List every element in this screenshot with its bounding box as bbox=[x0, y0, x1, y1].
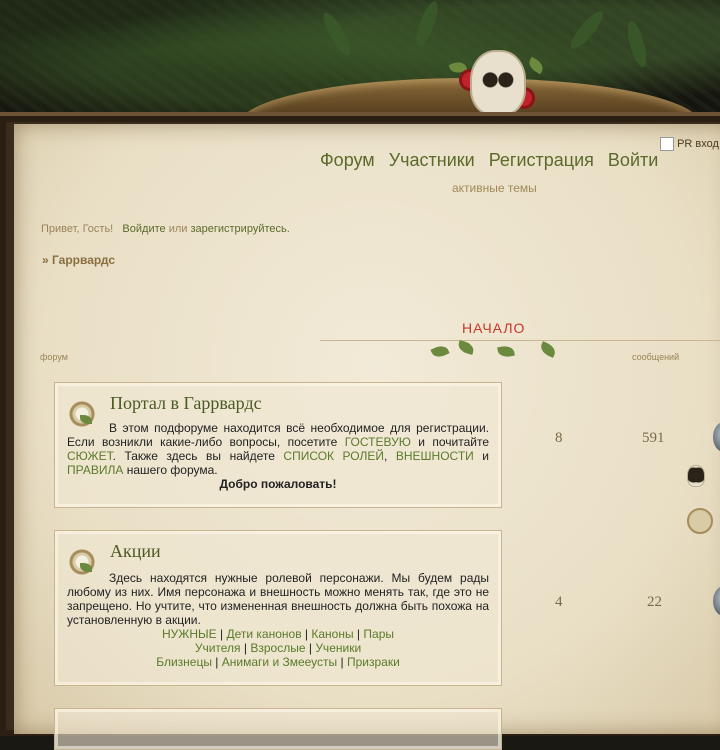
teachers-link[interactable]: Учителя bbox=[195, 641, 241, 655]
desc-text: , bbox=[384, 449, 388, 463]
nav-forum[interactable]: Форум bbox=[320, 150, 375, 171]
forum-title[interactable]: Портал в Гаррвардс bbox=[110, 393, 262, 414]
link-row: Учителя | Взрослые | Ученики bbox=[67, 641, 489, 655]
guestbook-link[interactable]: ГОСТЕВУЮ bbox=[345, 435, 411, 449]
separator: | bbox=[305, 641, 316, 655]
adults-link[interactable]: Взрослые bbox=[250, 641, 305, 655]
guest-greeting: Привет, Гость! Войдите или зарегистрируй… bbox=[41, 223, 290, 235]
plot-link[interactable]: СЮЖЕТ bbox=[67, 449, 113, 463]
forum-posts-count: 22 bbox=[647, 594, 662, 610]
section-title: НАЧАЛО bbox=[462, 320, 526, 336]
link-row: НУЖНЫЕ | Дети канонов | Каноны | Пары bbox=[67, 627, 489, 641]
animagi-link[interactable]: Анимаги и Змееусты bbox=[222, 655, 337, 669]
desc-text: и почитайте bbox=[418, 435, 489, 449]
desc-text: . Также здесь вы найдете bbox=[112, 449, 275, 463]
forum-topics-count: 4 bbox=[555, 594, 563, 610]
forum-description: Здесь находятся нужные ролевой персонажи… bbox=[67, 571, 489, 627]
forum-links: НУЖНЫЕ | Дети канонов | Каноны | Пары Уч… bbox=[67, 627, 489, 669]
column-header-forum: форум bbox=[40, 352, 68, 362]
students-link[interactable]: Ученики bbox=[315, 641, 361, 655]
link-row: Близнецы | Анимаги и Змееусты | Призраки bbox=[67, 655, 489, 669]
separator: | bbox=[353, 627, 364, 641]
section-divider bbox=[320, 340, 720, 341]
pairs-link[interactable]: Пары bbox=[363, 627, 394, 641]
separator: | bbox=[211, 655, 222, 669]
separator: | bbox=[216, 627, 227, 641]
forum-topics-count: 8 bbox=[555, 430, 563, 446]
last-post-icon[interactable] bbox=[687, 508, 713, 534]
desc-text: и bbox=[482, 449, 489, 463]
separator: | bbox=[240, 641, 251, 655]
forum-title[interactable]: Акции bbox=[110, 541, 161, 562]
register-link[interactable]: зарегистрируйтесь. bbox=[190, 223, 289, 235]
active-topics-link[interactable]: активные темы bbox=[452, 181, 537, 195]
greeting-text: Привет, Гость! bbox=[41, 223, 114, 235]
pr-login-label: PR вход bbox=[677, 137, 719, 150]
skull-logo bbox=[470, 50, 526, 116]
appearance-link[interactable]: ВНЕШНОСТИ bbox=[396, 449, 474, 463]
forum-row: Портал в Гаррвардс В этом подфоруме нахо… bbox=[54, 382, 502, 508]
ghosts-link[interactable]: Призраки bbox=[347, 655, 400, 669]
forum-description: В этом подфоруме находится всё необходим… bbox=[67, 421, 489, 491]
breadcrumb[interactable]: » Гаррвардс bbox=[42, 253, 115, 267]
nav-register[interactable]: Регистрация bbox=[489, 150, 594, 171]
main-nav: Форум Участники Регистрация Войти bbox=[320, 150, 658, 171]
desc-text: нашего форума. bbox=[126, 463, 218, 477]
twins-link[interactable]: Близнецы bbox=[156, 655, 212, 669]
login-link[interactable]: Войдите bbox=[122, 223, 165, 235]
greeting-or: или bbox=[168, 223, 188, 235]
canon-children-link[interactable]: Дети канонов bbox=[226, 627, 301, 641]
pr-login-link[interactable]: PR вход bbox=[660, 137, 719, 151]
welcome-text: Добро пожаловать! bbox=[219, 477, 337, 491]
skull-icon bbox=[687, 465, 705, 487]
roles-list-link[interactable]: СПИСОК РОЛЕЙ bbox=[283, 449, 384, 463]
wanted-link[interactable]: НУЖНЫЕ bbox=[162, 627, 217, 641]
separator: | bbox=[301, 627, 312, 641]
column-header-posts: сообщений bbox=[632, 352, 680, 362]
separator: | bbox=[337, 655, 347, 669]
nav-members[interactable]: Участники bbox=[389, 150, 475, 171]
broken-image-icon bbox=[660, 137, 674, 151]
forum-posts-count: 591 bbox=[642, 430, 665, 446]
forum-row: Акции Здесь находятся нужные ролевой пер… bbox=[54, 530, 502, 686]
canons-link[interactable]: Каноны bbox=[311, 627, 353, 641]
forum-row bbox=[54, 708, 502, 750]
nav-login[interactable]: Войти bbox=[608, 150, 658, 171]
rules-link[interactable]: ПРАВИЛА bbox=[67, 463, 123, 477]
